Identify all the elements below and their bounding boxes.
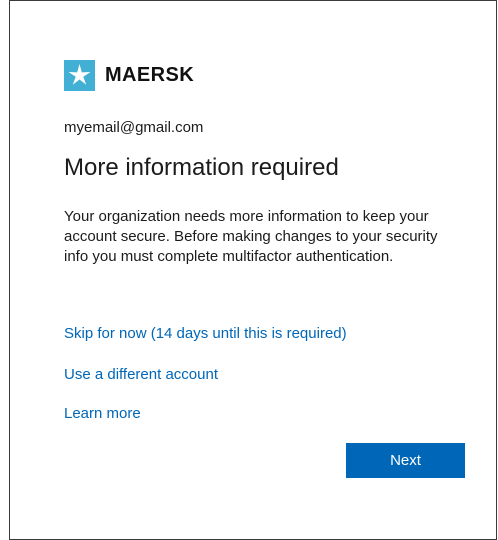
brand-name: MAERSK (105, 63, 195, 86)
use-different-account-link[interactable]: Use a different account (64, 366, 218, 383)
sign-in-card: MAERSK myemail@gmail.com More informatio… (9, 0, 497, 540)
learn-more-link[interactable]: Learn more (64, 405, 141, 422)
account-email: myemail@gmail.com (64, 119, 204, 136)
star-glyph (68, 63, 91, 85)
next-button[interactable]: Next (346, 443, 465, 478)
page-title: More information required (64, 154, 339, 181)
maersk-logo: MAERSK (64, 59, 194, 91)
star-icon (64, 59, 95, 91)
skip-for-now-link[interactable]: Skip for now (14 days until this is requ… (64, 325, 347, 342)
page-description: Your organization needs more information… (64, 208, 438, 265)
